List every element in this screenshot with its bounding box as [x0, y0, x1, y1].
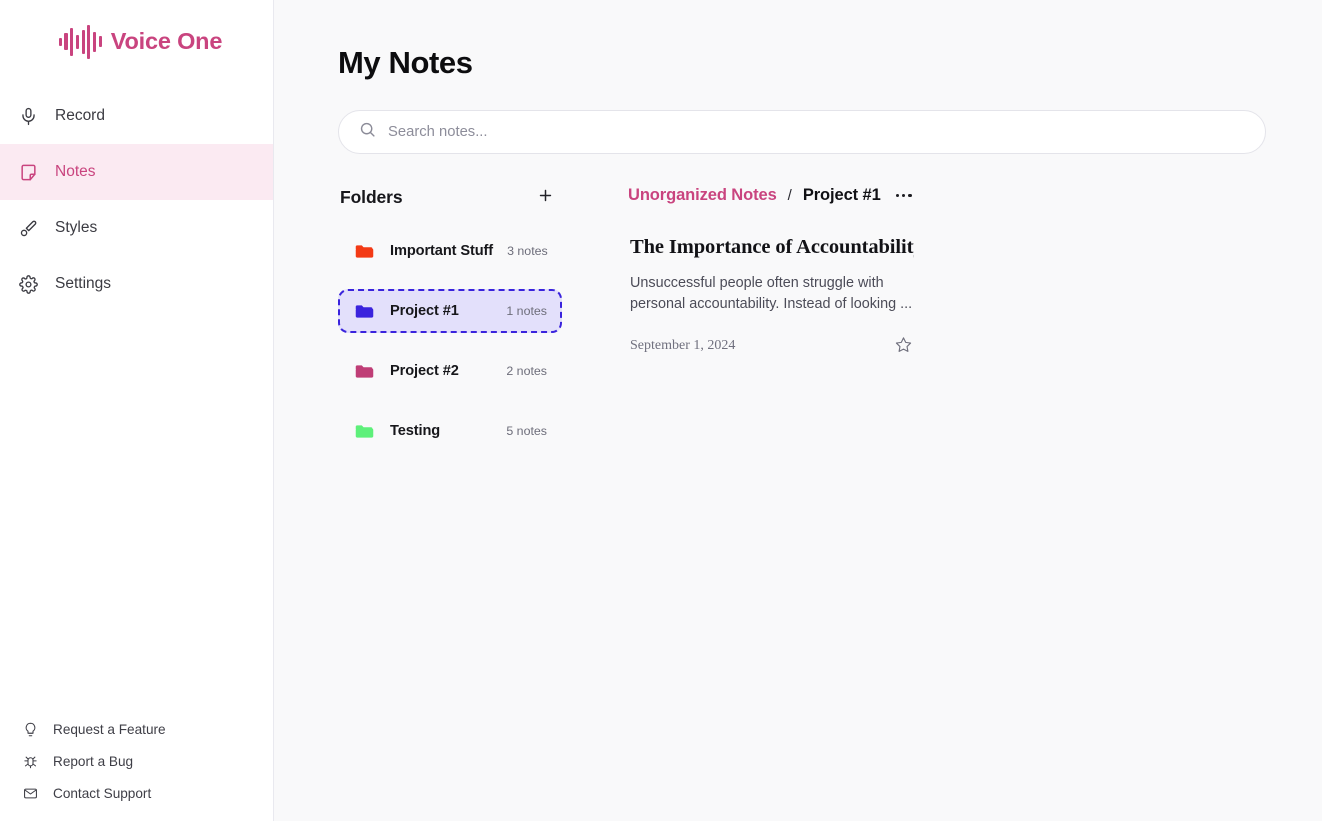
- dot: [908, 193, 912, 198]
- note-snippet: Unsuccessful people often struggle with …: [630, 275, 913, 312]
- folder-item-testing[interactable]: Testing 5 notes: [338, 409, 562, 453]
- folders-heading: Folders: [340, 186, 403, 207]
- footer-link-label: Contact Support: [53, 785, 152, 801]
- folder-note-count: 5 notes: [506, 424, 547, 438]
- sidebar-item-notes[interactable]: Notes: [0, 144, 273, 200]
- search-bar[interactable]: [338, 110, 1266, 154]
- footer-link-label: Request a Feature: [53, 721, 166, 737]
- content-columns: Folders Important Stuff 3 notes Project …: [338, 184, 1266, 469]
- waveform-bar: [64, 33, 68, 50]
- audio-waveform-icon: [58, 24, 102, 59]
- more-horizontal-icon[interactable]: [894, 190, 914, 201]
- request-a-feature-link[interactable]: Request a Feature: [22, 713, 273, 745]
- notes-panel: Unorganized Notes / Project #1 The Impor…: [628, 184, 1266, 358]
- app-logo[interactable]: Voice One: [0, 0, 273, 83]
- primary-nav: Record Notes Styles Settings: [0, 88, 273, 312]
- folder-name: Testing: [390, 423, 441, 439]
- folders-panel: Folders Important Stuff 3 notes Project …: [338, 184, 562, 469]
- lightbulb-icon: [22, 721, 39, 738]
- folder-item-project-2[interactable]: Project #2 2 notes: [338, 349, 562, 393]
- search-input[interactable]: [388, 124, 1245, 140]
- sidebar-item-label: Settings: [55, 275, 112, 292]
- mail-icon: [22, 785, 39, 802]
- brand-name: Voice One: [110, 28, 223, 54]
- note-favorite-button[interactable]: [893, 334, 914, 358]
- star-outline-icon: [895, 336, 912, 356]
- app-root: Voice One Record Notes Styles Settings R…: [0, 0, 1322, 821]
- sidebar: Voice One Record Notes Styles Settings R…: [0, 0, 274, 821]
- dot: [895, 193, 900, 198]
- main-content: My Notes Folders: [274, 0, 1322, 821]
- folder-item-important-stuff[interactable]: Important Stuff 3 notes: [338, 229, 562, 273]
- note-footer: September 1, 2024: [630, 334, 914, 358]
- folder-icon: [354, 360, 376, 382]
- sidebar-item-settings[interactable]: Settings: [0, 256, 273, 312]
- note-date: September 1, 2024: [630, 338, 736, 353]
- contact-support-link[interactable]: Contact Support: [22, 777, 273, 809]
- waveform-bar: [70, 27, 74, 56]
- microphone-icon: [18, 106, 39, 127]
- sidebar-item-label: Record: [55, 107, 105, 124]
- folder-note-count: 3 notes: [507, 244, 548, 258]
- waveform-bar: [58, 37, 62, 46]
- breadcrumb-current: Project #1: [802, 186, 881, 204]
- plus-icon: [537, 187, 554, 207]
- waveform-bar: [75, 34, 80, 49]
- breadcrumb-separator: /: [787, 187, 792, 204]
- folder-icon: [354, 300, 376, 322]
- folder-note-count: 1 notes: [506, 304, 547, 318]
- report-a-bug-link[interactable]: Report a Bug: [22, 745, 273, 777]
- dot: [902, 193, 906, 198]
- folder-icon: [354, 240, 376, 262]
- bug-icon: [22, 753, 39, 770]
- folder-note-count: 2 notes: [506, 364, 547, 378]
- footer-link-label: Report a Bug: [53, 753, 134, 769]
- folder-list: Important Stuff 3 notes Project #1 1 not…: [338, 229, 562, 469]
- waveform-bar: [98, 36, 102, 47]
- sidebar-item-record[interactable]: Record: [0, 88, 273, 144]
- add-folder-button[interactable]: [532, 184, 558, 210]
- breadcrumb: Unorganized Notes / Project #1: [628, 186, 1266, 205]
- sidebar-item-label: Styles: [55, 219, 98, 236]
- folder-name: Project #2: [390, 363, 459, 379]
- folders-header: Folders: [338, 184, 562, 210]
- search-icon: [359, 121, 376, 143]
- folder-name: Important Stuff: [390, 243, 494, 259]
- folder-name: Project #1: [390, 303, 459, 319]
- paintbrush-icon: [18, 218, 39, 239]
- gear-icon: [18, 274, 39, 295]
- note-card[interactable]: The Importance of Accountability i... Un…: [628, 236, 916, 358]
- breadcrumb-root-link[interactable]: Unorganized Notes: [628, 186, 777, 205]
- waveform-bar: [87, 24, 91, 59]
- folder-item-project-1[interactable]: Project #1 1 notes: [338, 289, 562, 333]
- sidebar-footer-links: Request a Feature Report a Bug Contact S…: [0, 713, 273, 821]
- note-icon: [18, 162, 39, 183]
- waveform-bar: [81, 29, 85, 54]
- note-title: The Importance of Accountability i...: [630, 236, 914, 258]
- sidebar-item-styles[interactable]: Styles: [0, 200, 273, 256]
- page-title: My Notes: [338, 45, 473, 80]
- waveform-bar: [92, 31, 97, 52]
- sidebar-item-label: Notes: [55, 163, 96, 180]
- folder-icon: [354, 420, 376, 442]
